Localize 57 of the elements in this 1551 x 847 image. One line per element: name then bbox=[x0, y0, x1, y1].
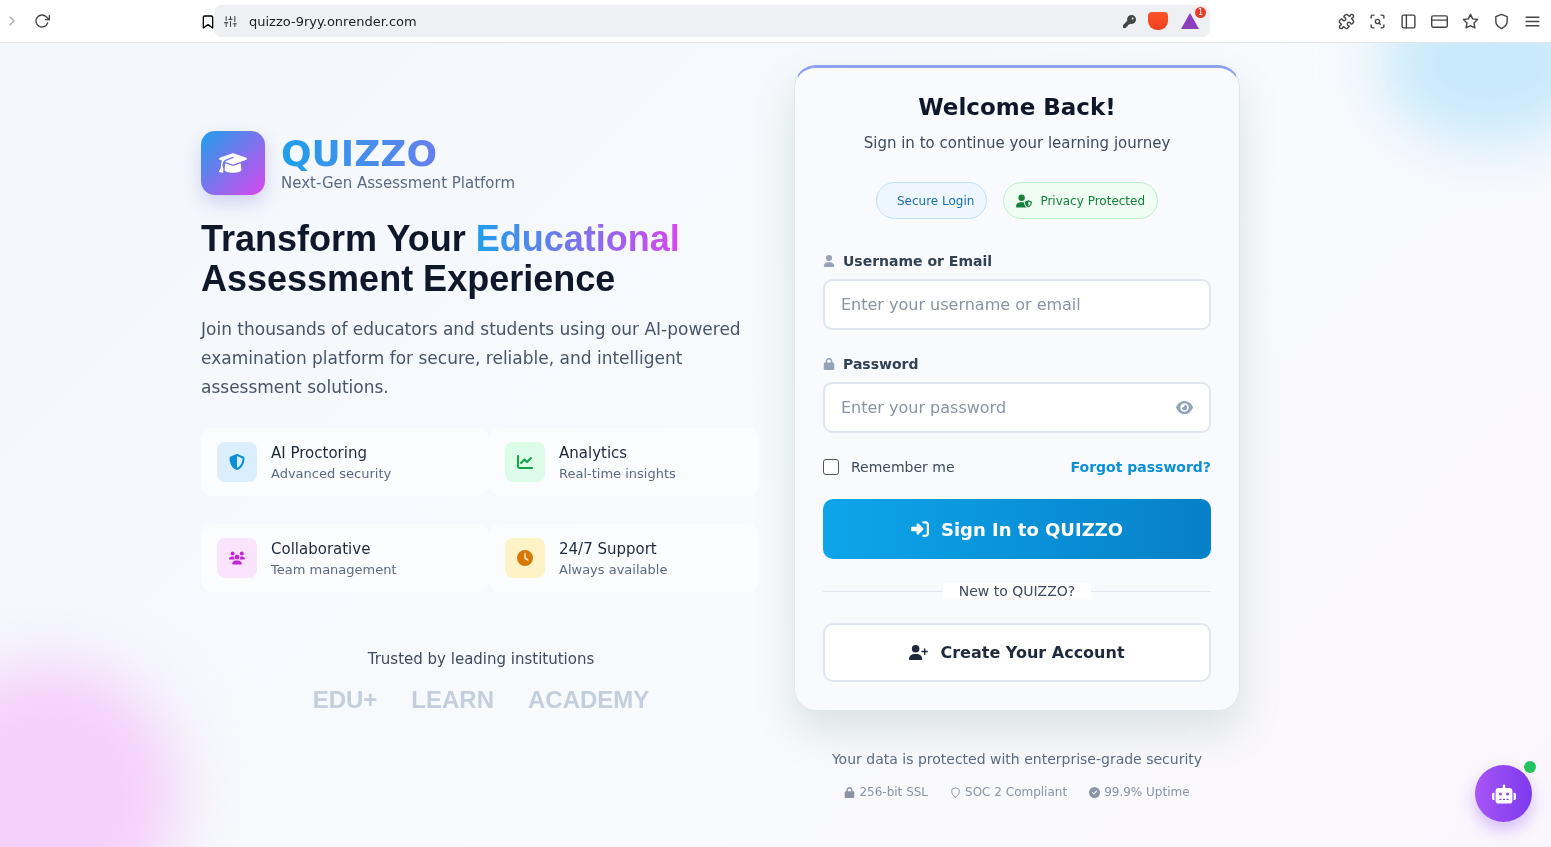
feature-subtitle: Always available bbox=[559, 561, 668, 577]
checkbox-label: Remember me bbox=[851, 459, 955, 475]
feature-subtitle: Real-time insights bbox=[559, 465, 676, 481]
shield-icon bbox=[950, 786, 962, 798]
clock-icon bbox=[505, 538, 545, 578]
feature-subtitle: Advanced security bbox=[271, 465, 392, 481]
screenshot-icon[interactable] bbox=[1369, 12, 1386, 30]
security-item: SOC 2 Compliant bbox=[950, 785, 1068, 799]
lock-icon bbox=[823, 358, 835, 370]
site-settings-icon[interactable] bbox=[224, 14, 237, 28]
remember-checkbox[interactable] bbox=[823, 459, 839, 475]
key-icon[interactable] bbox=[1123, 14, 1136, 28]
field-label: Username or Email bbox=[843, 253, 993, 269]
sidebar-icon[interactable] bbox=[1400, 12, 1417, 30]
security-item: 99.9% Uptime bbox=[1089, 785, 1190, 799]
url-text: quizzo-9ryy.onrender.com bbox=[249, 13, 418, 29]
bookmark-icon[interactable] bbox=[200, 14, 216, 30]
triangle-icon[interactable] bbox=[1180, 12, 1200, 30]
headline: Transform Your Educational Assessment Experience bbox=[201, 219, 681, 299]
address-bar[interactable]: quizzo-9ryy.onrender.com 1 bbox=[214, 5, 1210, 37]
add-user-icon bbox=[909, 643, 929, 662]
card-title: Welcome Back! bbox=[917, 94, 1117, 120]
feature-title: 24/7 Support bbox=[559, 539, 658, 558]
chatbot-button[interactable] bbox=[1475, 765, 1532, 822]
info-badge: Secure Login bbox=[875, 182, 988, 219]
divider-text: New to QUIZZO? bbox=[942, 583, 1092, 599]
card-subtitle: Sign in to continue your learning journey bbox=[862, 134, 1172, 152]
feature-title: Analytics bbox=[559, 443, 629, 462]
star-icon[interactable] bbox=[1462, 12, 1479, 30]
reload-icon[interactable] bbox=[34, 13, 50, 29]
password-field[interactable]: Enter your password bbox=[823, 382, 1211, 433]
wallet-icon[interactable] bbox=[1431, 12, 1448, 30]
security-note: Your data is protected with enterprise-grade security bbox=[831, 751, 1203, 767]
user-icon bbox=[823, 255, 835, 267]
shield-icon[interactable] bbox=[1493, 12, 1510, 30]
logo-icon bbox=[201, 131, 265, 195]
notification-badge: 1 bbox=[1194, 7, 1206, 18]
lock-icon bbox=[844, 786, 856, 798]
create-account-button[interactable]: Create Your Account bbox=[823, 623, 1211, 682]
check-icon bbox=[1089, 786, 1101, 798]
shield-icon bbox=[217, 442, 257, 482]
brand-tagline: Next-Gen Assessment Platform bbox=[281, 174, 516, 192]
people-icon bbox=[217, 538, 257, 578]
user-shield-icon bbox=[1016, 192, 1033, 209]
eye-icon[interactable] bbox=[1176, 399, 1193, 416]
info-badge: Privacy Protected bbox=[1003, 182, 1159, 219]
sign-in-icon bbox=[910, 520, 929, 538]
feature-title: AI Proctoring bbox=[271, 443, 368, 462]
trusted-title: Trusted by leading institutions bbox=[366, 650, 596, 668]
security-item: 256-bit SSL bbox=[844, 785, 929, 799]
feature-title: Collaborative bbox=[271, 539, 372, 558]
extensions-icon[interactable] bbox=[1338, 12, 1355, 30]
feature-subtitle: Team management bbox=[271, 561, 397, 577]
username-field[interactable]: Enter your username or email bbox=[823, 279, 1211, 330]
field-label: Password bbox=[843, 356, 919, 372]
chart-icon bbox=[505, 442, 545, 482]
intro-paragraph: Join thousands of educators and students using our AI-powered examination platform for secure, reliable, and intelligent assessment solutions. bbox=[201, 318, 742, 399]
